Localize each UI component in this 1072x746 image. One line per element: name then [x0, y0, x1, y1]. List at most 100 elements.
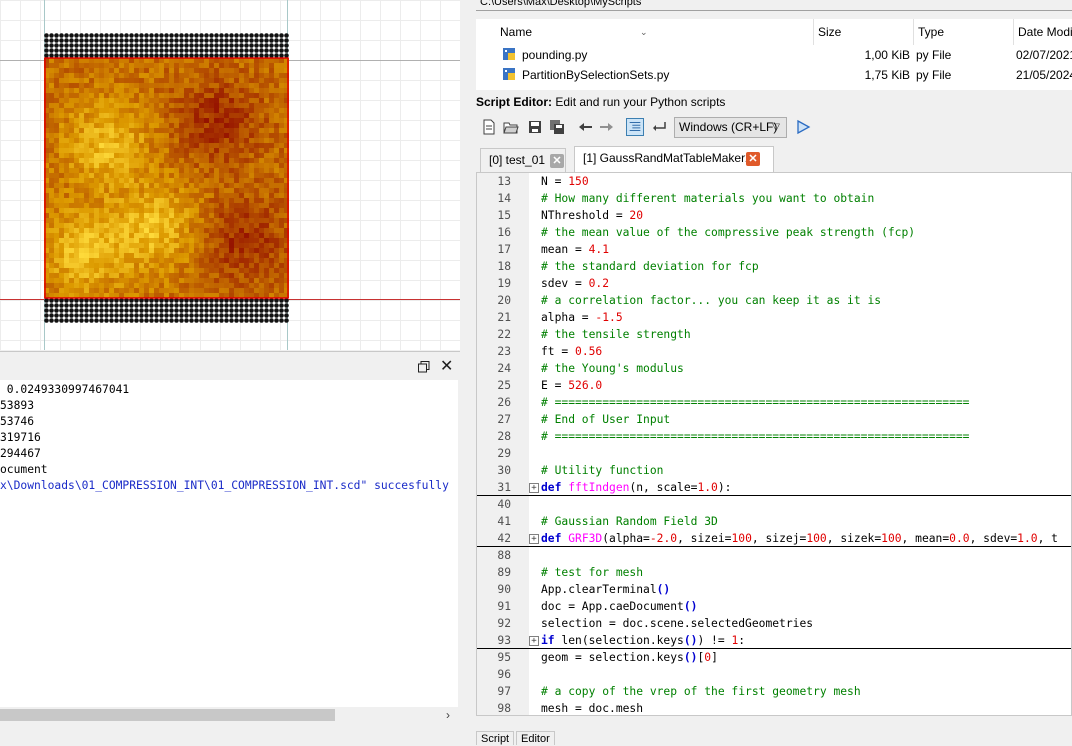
mesh-cell [204, 158, 209, 163]
save-icon[interactable] [526, 118, 544, 136]
mesh-cell [269, 268, 274, 273]
column-header-date[interactable]: Date Modi [1014, 19, 1072, 45]
mesh-cell [144, 243, 149, 248]
fold-expand-icon[interactable]: + [529, 483, 539, 493]
mesh-cell [279, 268, 284, 273]
code-line[interactable]: 17 mean = 4.1 [477, 241, 1071, 258]
code-line[interactable]: 20 # a correlation factor... you can keep… [477, 292, 1071, 309]
code-line[interactable]: 90 App.clearTerminal() [477, 581, 1071, 598]
terminal-output[interactable]: 0.0249330997467041 53893 53746 319716 29… [0, 380, 458, 707]
panel-splitter[interactable] [460, 0, 475, 741]
save-all-icon[interactable] [548, 118, 566, 136]
line-ending-select[interactable]: Windows (CR+LF) ▽ [674, 117, 787, 138]
mesh-cell [189, 208, 194, 213]
close-icon[interactable]: ✕ [440, 358, 454, 374]
code-line[interactable]: 97 # a copy of the vrep of the first geom… [477, 683, 1071, 700]
new-file-icon[interactable] [480, 118, 498, 136]
mesh-cell [274, 108, 279, 113]
terminal-horizontal-scrollbar[interactable]: › [0, 707, 458, 723]
code-line[interactable]: 22 # the tensile strength [477, 326, 1071, 343]
column-header-name[interactable]: Name ⌄ [476, 19, 814, 45]
code-line[interactable]: 41 # Gaussian Random Field 3D [477, 513, 1071, 530]
column-header-type[interactable]: Type [914, 19, 1014, 45]
mesh-node [279, 308, 284, 313]
mesh-viewport[interactable] [0, 0, 460, 350]
mesh-cell [134, 178, 139, 183]
mesh-cell [224, 108, 229, 113]
mesh-cell [79, 173, 84, 178]
scroll-right-icon[interactable]: › [440, 707, 456, 723]
code-editor[interactable]: 13 N = 150 14 # How many different material… [476, 172, 1072, 716]
mesh-cell [119, 108, 124, 113]
code-line[interactable]: 42 + def GRF3D(alpha=-2.0, sizei=100, size… [477, 530, 1071, 547]
file-row[interactable]: PartitionBySelectionSets.py 1,75 KiB py … [476, 65, 1072, 85]
open-file-icon[interactable] [502, 118, 520, 136]
code-line[interactable]: 28 # ====================================… [477, 428, 1071, 445]
mesh-cell [154, 243, 159, 248]
code-line[interactable]: 91 doc = App.caeDocument() [477, 598, 1071, 615]
mesh-cell [244, 253, 249, 258]
mesh-cell [174, 238, 179, 243]
mesh-cell [69, 93, 74, 98]
code-line[interactable]: 18 # the standard deviation for fcp [477, 258, 1071, 275]
code-line[interactable]: 92 selection = doc.scene.selectedGeometri… [477, 615, 1071, 632]
close-tab-icon[interactable]: ✕ [746, 152, 760, 166]
mesh-cell [184, 148, 189, 153]
code-line[interactable]: 96 [477, 666, 1071, 683]
mesh-cell [149, 263, 154, 268]
tab-script[interactable]: Script [476, 731, 515, 745]
fold-expand-icon[interactable]: + [529, 636, 539, 646]
code-line[interactable]: 13 N = 150 [477, 173, 1071, 190]
mesh-cell [244, 178, 249, 183]
mesh-cell [159, 128, 164, 133]
code-line[interactable]: 29 [477, 445, 1071, 462]
file-list[interactable]: Name ⌄ Size Type Date Modi pounding.py 1… [476, 19, 1072, 90]
code-line[interactable]: 26 # ====================================… [477, 394, 1071, 411]
code-line[interactable]: 23 ft = 0.56 [477, 343, 1071, 360]
code-line[interactable]: 21 alpha = -1.5 [477, 309, 1071, 326]
mesh-cell [279, 118, 284, 123]
code-line[interactable]: 93 + if len(selection.keys()) != 1: [477, 632, 1071, 649]
fold-expand-icon[interactable]: + [529, 534, 539, 544]
mesh-cell [279, 223, 284, 228]
indent-guides-icon[interactable] [626, 118, 644, 136]
mesh-cell [239, 138, 244, 143]
code-text: # End of User Input [541, 413, 671, 426]
code-line[interactable]: 19 sdev = 0.2 [477, 275, 1071, 292]
redo-icon[interactable] [598, 118, 616, 136]
code-line[interactable]: 16 # the mean value of the compressive pe… [477, 224, 1071, 241]
mesh-cell [194, 273, 199, 278]
mesh-cell [104, 63, 109, 68]
code-line[interactable]: 40 [477, 496, 1071, 513]
close-tab-icon[interactable]: ✕ [550, 154, 564, 168]
run-icon[interactable] [794, 118, 812, 136]
scrollbar-thumb[interactable] [0, 709, 335, 721]
mesh-cell [99, 238, 104, 243]
mesh-cell [219, 233, 224, 238]
tab-test-01[interactable]: [0] test_01 ✕ [480, 148, 566, 172]
tab-gaussrandmattablemaker2d[interactable]: [1] GaussRandMatTableMaker2D ✕ [574, 146, 774, 172]
code-line[interactable]: 95 geom = selection.keys()[0] [477, 649, 1071, 666]
random-field-mesh[interactable] [44, 33, 290, 327]
code-line[interactable]: 31 + def fftIndgen(n, scale=1.0): [477, 479, 1071, 496]
code-line[interactable]: 24 # the Young's modulus [477, 360, 1071, 377]
mesh-node [49, 318, 54, 323]
code-line[interactable]: 14 # How many different materials you wan… [477, 190, 1071, 207]
word-wrap-icon[interactable] [650, 118, 668, 136]
file-row[interactable]: pounding.py 1,00 KiB py File 02/07/2021 [476, 45, 1072, 65]
code-line[interactable]: 15 NThreshold = 20 [477, 207, 1071, 224]
code-line[interactable]: 98 mesh = doc.mesh [477, 700, 1071, 715]
mesh-cell [69, 233, 74, 238]
code-line[interactable]: 25 E = 526.0 [477, 377, 1071, 394]
mesh-cell [139, 188, 144, 193]
code-line[interactable]: 89 # test for mesh [477, 564, 1071, 581]
column-header-size[interactable]: Size [814, 19, 914, 45]
undo-icon[interactable] [576, 118, 594, 136]
code-line[interactable]: 30 # Utility function [477, 462, 1071, 479]
path-bar[interactable]: C:\Users\Max\Desktop\MyScripts [476, 0, 1072, 11]
code-line[interactable]: 88 [477, 547, 1071, 564]
restore-icon[interactable] [418, 361, 430, 373]
mesh-cell [144, 113, 149, 118]
tab-editor[interactable]: Editor [516, 731, 555, 745]
code-line[interactable]: 27 # End of User Input [477, 411, 1071, 428]
